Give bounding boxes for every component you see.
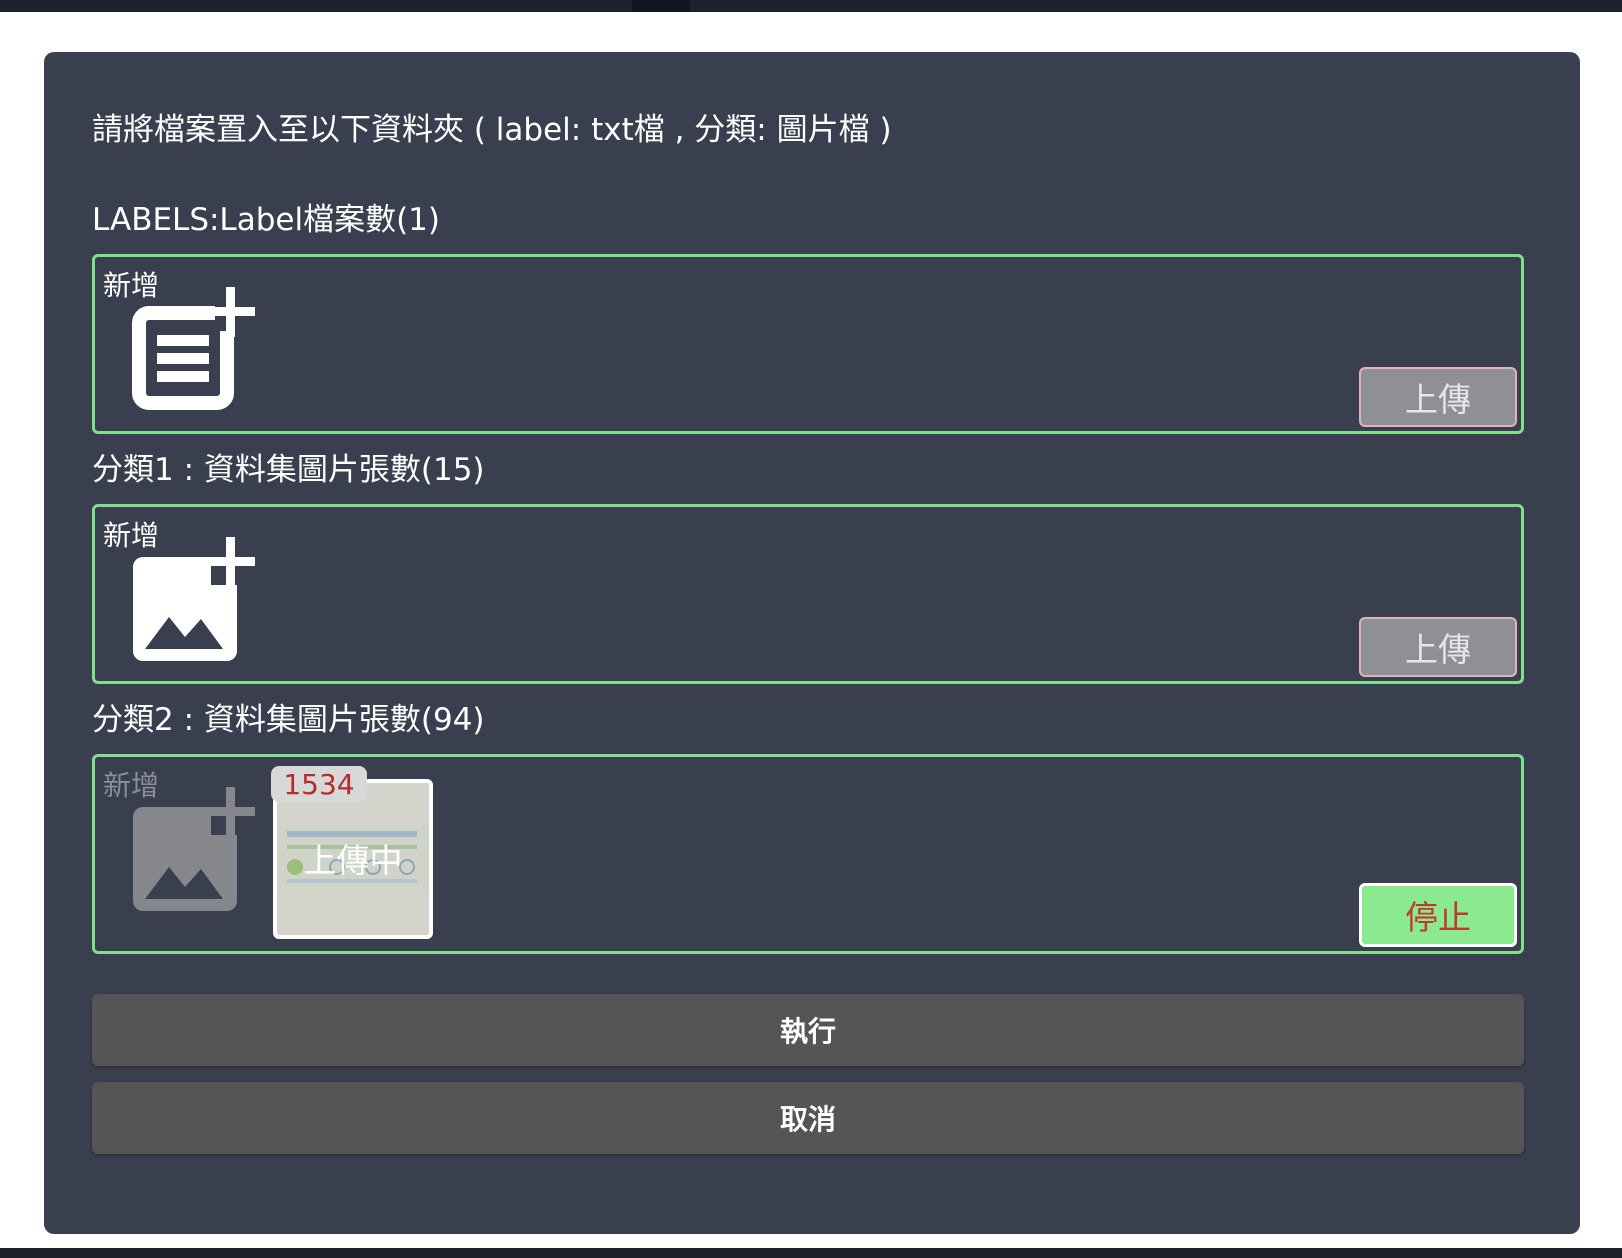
category2-stop-button[interactable]: 停止: [1359, 883, 1517, 947]
add-label-file-tile[interactable]: 新增: [103, 263, 263, 423]
labels-dropzone[interactable]: 新增 上傳: [92, 254, 1524, 434]
add-category1-image-tile[interactable]: 新增: [103, 513, 263, 673]
execute-button[interactable]: 執行: [92, 994, 1524, 1066]
category1-upload-button[interactable]: 上傳: [1359, 617, 1517, 677]
add-image-icon: [133, 537, 255, 661]
labels-section-title: LABELS:Label檔案數(1): [92, 202, 440, 238]
category2-dropzone[interactable]: 新增 1534 上傳中 停止: [92, 754, 1524, 954]
dialog-instruction: 請將檔案置入至以下資料夾 ( label: txt檔 , 分類: 圖片檔 ): [92, 112, 892, 148]
category1-dropzone[interactable]: 新增 上傳: [92, 504, 1524, 684]
add-category2-image-tile[interactable]: 新增: [103, 763, 263, 923]
upload-dialog: 請將檔案置入至以下資料夾 ( label: txt檔 , 分類: 圖片檔 ) L…: [44, 52, 1580, 1234]
cancel-button[interactable]: 取消: [92, 1082, 1524, 1154]
window-bottom-bar: [0, 1248, 1622, 1258]
upload-count-badge: 1534: [271, 766, 367, 802]
category1-section-title: 分類1 : 資料集圖片張數(15): [92, 452, 485, 488]
labels-upload-button[interactable]: 上傳: [1359, 367, 1517, 427]
window-top-bar: [0, 0, 1622, 12]
add-document-icon: [132, 287, 255, 410]
category2-section-title: 分類2 : 資料集圖片張數(94): [92, 702, 485, 738]
uploading-status: 上傳中: [303, 841, 403, 880]
add-image-icon: [133, 787, 255, 911]
uploading-thumbnail: 上傳中: [273, 779, 433, 939]
